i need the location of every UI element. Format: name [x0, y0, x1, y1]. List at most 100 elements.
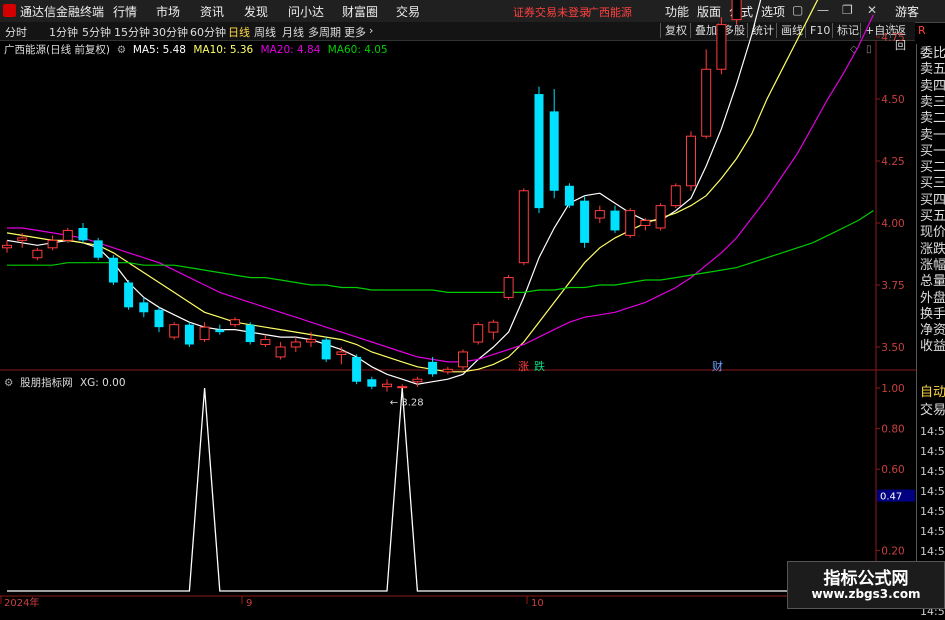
candle-body-up	[32, 249, 43, 259]
ind-y-tick-label: 0.20	[881, 545, 904, 557]
candle-body-down	[93, 240, 103, 258]
candle-body-up	[230, 319, 240, 326]
quote-label: 卖一	[920, 127, 945, 143]
trade-time: 14:56	[920, 505, 945, 518]
ma-line-ma10	[6, 0, 819, 373]
candle-body-up	[275, 346, 286, 358]
quote-label: 净资	[920, 323, 945, 339]
candle-body-up	[488, 321, 499, 333]
candle-body-up	[625, 210, 636, 236]
quote-label: 买五	[920, 209, 945, 224]
ind-y-tick-label: 1.00	[881, 383, 904, 395]
candle-body-down	[428, 361, 438, 375]
ma-line-ma20	[7, 14, 874, 363]
candle-body-up	[473, 324, 484, 343]
quote-label: 卖四	[920, 78, 945, 94]
candle-body-down	[352, 356, 362, 382]
candle-body-up	[731, 0, 742, 21]
candle-body-up	[290, 341, 301, 348]
candle-body-down	[321, 339, 331, 360]
candle-body-up	[199, 326, 210, 341]
candle-body-down	[184, 324, 194, 345]
ma-line-ma60	[7, 210, 874, 293]
candle-body-up	[442, 368, 453, 373]
candle-body-down	[610, 210, 620, 231]
candle-body-down	[78, 227, 88, 241]
candle-body-up	[458, 351, 468, 368]
candle-body-down	[549, 111, 559, 191]
candle-body-up	[382, 383, 392, 388]
trade-time: 14:56	[920, 425, 945, 438]
quote-label: 卖三	[920, 94, 945, 110]
low-price-label: ← 3.28	[390, 398, 424, 409]
x-tick-label: 9	[246, 598, 252, 609]
watermark: 指标公式网 www.zbgs3.com	[787, 561, 945, 609]
quote-label: 买二	[920, 160, 945, 176]
candle-body-down	[154, 309, 164, 328]
quote-label: 换手	[920, 306, 945, 322]
ma-line-ma5	[6, 0, 762, 385]
y-tick-label: 3.75	[881, 280, 904, 292]
quote-label: 涨幅	[920, 257, 945, 273]
candle-body-up	[655, 205, 666, 229]
candle-body-down	[215, 329, 225, 333]
candle-body-up	[670, 185, 681, 207]
y-tick-label: 4.00	[881, 218, 904, 230]
quote-label: 委比	[920, 46, 945, 61]
quote-label: 卖五	[920, 62, 945, 78]
candle-body-down	[564, 185, 574, 206]
watermark-line1: 指标公式网	[823, 569, 909, 589]
y-tick-label: 4.75	[881, 32, 904, 44]
candle-body-up	[503, 277, 514, 298]
quote-label: 买三	[920, 176, 945, 192]
x-tick-label: 10	[531, 598, 544, 609]
candle-body-up	[306, 339, 316, 343]
candle-body-up	[17, 237, 28, 241]
candle-body-up	[701, 68, 712, 137]
x-tick-label: 2024年	[4, 596, 39, 609]
candle-body-down	[139, 302, 149, 313]
quote-label: 卖二	[920, 111, 945, 127]
candle-body-up	[260, 339, 271, 346]
report-marker: 财	[712, 359, 723, 373]
candle-body-up	[62, 229, 73, 241]
quote-label: 总量	[920, 274, 945, 290]
kline-chart[interactable]: ◇ ▯ 1.000.800.600.200.47 3.503.754.004.25…	[0, 0, 916, 609]
xg-line	[7, 387, 874, 592]
quote-panel: 委比 卖五 卖四 卖三 卖二 卖一 买一 买二 买三 买四 买五 现价 涨跌 涨幅 总量 外盘 换手 净资 收益 自…	[916, 44, 945, 618]
y-tick-label: 4.25	[881, 156, 904, 168]
limit-up-marker: 涨	[518, 360, 529, 373]
candle-body-up	[2, 244, 12, 249]
trade-label[interactable]: 交易	[920, 403, 945, 419]
y-tick-label: 3.50	[881, 342, 904, 354]
watermark-line2: www.zbgs3.com	[811, 587, 921, 601]
right-corner-label: R	[918, 24, 926, 37]
candle-body-down	[245, 324, 255, 343]
trade-time: 14:56	[920, 485, 945, 498]
candle-body-up	[397, 386, 408, 389]
quote-label: 收益	[920, 339, 945, 355]
candle-body-down	[124, 282, 134, 308]
y-tick-label: 4.50	[881, 94, 904, 106]
candle-body-down	[367, 379, 377, 387]
candle-body-up	[716, 24, 727, 70]
candle-body-down	[580, 200, 590, 243]
trade-time: 14:56	[920, 525, 945, 538]
candle-body-down	[534, 94, 544, 209]
trade-time: 14:56	[920, 445, 945, 458]
quote-label: 现价	[920, 225, 945, 241]
ind-y-tick-label: 0.60	[881, 464, 904, 476]
x-axis-strip	[0, 597, 916, 609]
current-value-label: 0.47	[880, 492, 902, 503]
quote-label: 外盘	[920, 290, 945, 306]
quote-label: 买四	[920, 192, 945, 208]
candle-body-up	[640, 220, 651, 226]
candle-body-up	[336, 351, 347, 355]
quote-label: 涨跌	[920, 241, 945, 257]
auto-label[interactable]: 自动	[920, 385, 945, 401]
candle-body-up	[686, 135, 696, 187]
candle-body-up	[47, 239, 58, 249]
candle-body-up	[412, 378, 423, 383]
candle-body-down	[108, 257, 118, 283]
ind-y-tick-label: 0.80	[881, 424, 904, 436]
